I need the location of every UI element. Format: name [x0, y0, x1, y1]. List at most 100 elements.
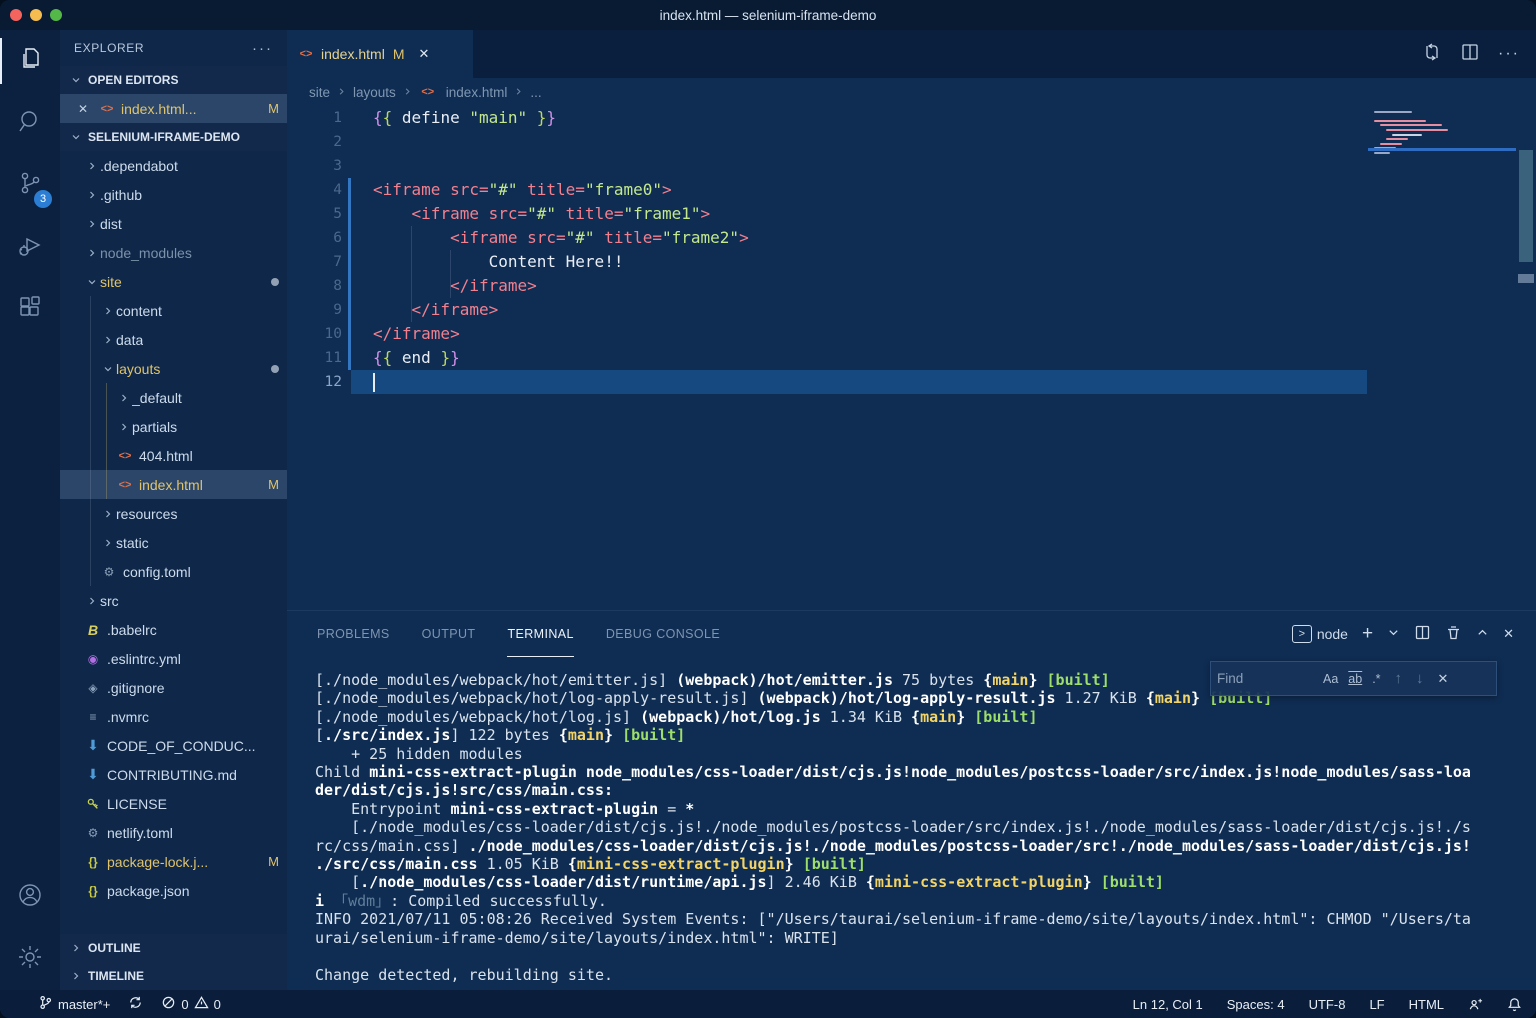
breadcrumb-item-layouts[interactable]: layouts: [353, 85, 396, 100]
tree-item-src[interactable]: src: [60, 586, 287, 615]
tree-item-index-html[interactable]: <>index.htmlM: [60, 470, 287, 499]
language-mode-status[interactable]: HTML: [1409, 997, 1444, 1012]
activity-search-button[interactable]: [0, 92, 60, 154]
new-terminal-button[interactable]: +: [1362, 623, 1373, 645]
section-open-editors[interactable]: OPEN EDITORS: [60, 66, 287, 94]
more-actions-icon[interactable]: ···: [1498, 45, 1520, 63]
section-outline[interactable]: OUTLINE: [60, 934, 287, 962]
terminal-select[interactable]: > node: [1292, 625, 1348, 643]
tree-item-package-lock-j-[interactable]: {}package-lock.j...M: [60, 847, 287, 876]
activity-explorer-button[interactable]: [0, 30, 60, 92]
open-changes-icon[interactable]: [1422, 42, 1442, 67]
tree-item-404-html[interactable]: <>404.html: [60, 441, 287, 470]
tree-item-config-toml[interactable]: ⚙config.toml: [60, 557, 287, 586]
code-line: 12: [287, 370, 1536, 394]
chevron-right-icon: [84, 158, 100, 174]
close-icon[interactable]: ✕: [78, 102, 94, 116]
tree-item-netlify-toml[interactable]: ⚙netlify.toml: [60, 818, 287, 847]
terminal-output[interactable]: [./node_modules/webpack/hot/emitter.js] …: [315, 671, 1528, 986]
activity-run-debug-button[interactable]: [0, 216, 60, 278]
breadcrumb-label: ...: [530, 85, 541, 100]
minimap[interactable]: [1368, 108, 1516, 166]
panel-tab-debug-console[interactable]: DEBUG CONSOLE: [606, 611, 720, 657]
sync-status[interactable]: [128, 995, 143, 1013]
tree-item-site[interactable]: site: [60, 267, 287, 296]
notifications-bell-icon[interactable]: [1507, 997, 1522, 1012]
maximize-window-button[interactable]: [50, 9, 62, 21]
terminal-dropdown-icon[interactable]: [1387, 626, 1400, 642]
indentation-status[interactable]: Spaces: 4: [1227, 997, 1285, 1012]
tree-item-label: content: [116, 303, 162, 319]
settings-button[interactable]: [0, 928, 60, 990]
section-workspace[interactable]: SELENIUM-IFRAME-DEMO: [60, 123, 287, 151]
account-icon: [16, 881, 44, 914]
tree-item--babelrc[interactable]: B.babelrc: [60, 615, 287, 644]
activity-extensions-button[interactable]: [0, 278, 60, 340]
html-file-icon: <>: [116, 448, 134, 464]
tree-item-resources[interactable]: resources: [60, 499, 287, 528]
md-file-icon: ⬇: [84, 767, 102, 783]
tab-index-html[interactable]: <> index.html M ✕: [287, 30, 473, 78]
code-editor[interactable]: 1{{ define "main" }}234<iframe src="#" t…: [287, 106, 1536, 610]
source-control-badge: 3: [34, 190, 52, 208]
tree-item-static[interactable]: static: [60, 528, 287, 557]
tab-close-icon[interactable]: ✕: [418, 46, 429, 62]
split-terminal-icon[interactable]: [1414, 624, 1431, 644]
tree-item-package-json[interactable]: {}package.json: [60, 876, 287, 905]
find-close-button[interactable]: ✕: [1438, 671, 1449, 687]
close-panel-icon[interactable]: ✕: [1503, 626, 1514, 642]
tree-item-content[interactable]: content: [60, 296, 287, 325]
chevron-right-icon: [68, 940, 84, 956]
tree-item-partials[interactable]: partials: [60, 412, 287, 441]
tree-item-license[interactable]: LICENSE: [60, 789, 287, 818]
tree-item--default[interactable]: _default: [60, 383, 287, 412]
tree-item--gitignore[interactable]: ◈.gitignore: [60, 673, 287, 702]
close-window-button[interactable]: [10, 9, 22, 21]
tree-item--eslintrc-yml[interactable]: ◉.eslintrc.yml: [60, 644, 287, 673]
chevron-right-icon: [513, 85, 524, 100]
scrollbar-thumb[interactable]: [1519, 150, 1533, 262]
problems-status[interactable]: 0 0: [161, 995, 220, 1013]
find-next-button[interactable]: ↓: [1416, 670, 1424, 687]
breadcrumb-item--[interactable]: ...: [530, 85, 541, 100]
indent-guide: [450, 250, 451, 298]
find-input[interactable]: [1217, 671, 1313, 686]
maximize-panel-icon[interactable]: [1476, 626, 1489, 642]
panel-tab-problems[interactable]: PROBLEMS: [317, 611, 390, 657]
eol-status[interactable]: LF: [1369, 997, 1384, 1012]
whole-word-toggle[interactable]: ab: [1348, 672, 1362, 686]
panel-tab-terminal[interactable]: TERMINAL: [507, 611, 573, 657]
open-editor-item[interactable]: ✕ <> index.html... M: [60, 94, 287, 123]
tree-item-dist[interactable]: dist: [60, 209, 287, 238]
feedback-icon[interactable]: [1468, 997, 1483, 1012]
tree-item-layouts[interactable]: layouts: [60, 354, 287, 383]
git-branch-status[interactable]: master*+: [38, 995, 110, 1013]
html-file-icon: <>: [116, 477, 134, 493]
breadcrumb-item-site[interactable]: site: [309, 85, 330, 100]
tree-item-data[interactable]: data: [60, 325, 287, 354]
minimize-window-button[interactable]: [30, 9, 42, 21]
breadcrumb-item-index-html[interactable]: <>index.html: [419, 84, 508, 100]
account-button[interactable]: [0, 866, 60, 928]
match-case-toggle[interactable]: Aa: [1323, 672, 1338, 686]
tree-item-code-of-conduc-[interactable]: ⬇CODE_OF_CONDUC...: [60, 731, 287, 760]
kill-terminal-icon[interactable]: [1445, 624, 1462, 644]
activity-source-control-button[interactable]: 3: [0, 154, 60, 216]
scrollbar[interactable]: [1516, 106, 1536, 610]
regex-toggle[interactable]: .*: [1372, 672, 1380, 686]
tree-item--nvmrc[interactable]: ≡.nvmrc: [60, 702, 287, 731]
tree-item-label: package.json: [107, 883, 190, 899]
tree-item--github[interactable]: .github: [60, 180, 287, 209]
cursor-position-status[interactable]: Ln 12, Col 1: [1133, 997, 1203, 1012]
panel-tab-output[interactable]: OUTPUT: [422, 611, 476, 657]
encoding-status[interactable]: UTF-8: [1309, 997, 1346, 1012]
code-line: 3: [287, 154, 1536, 178]
find-previous-button[interactable]: ↑: [1395, 670, 1403, 687]
tree-item-node-modules[interactable]: node_modules: [60, 238, 287, 267]
tree-item-contributing-md[interactable]: ⬇CONTRIBUTING.md: [60, 760, 287, 789]
explorer-actions-button[interactable]: ···: [252, 40, 273, 57]
section-timeline[interactable]: TIMELINE: [60, 962, 287, 990]
tree-item--dependabot[interactable]: .dependabot: [60, 151, 287, 180]
split-editor-icon[interactable]: [1460, 42, 1480, 67]
gear-file-icon: ⚙: [84, 825, 102, 841]
